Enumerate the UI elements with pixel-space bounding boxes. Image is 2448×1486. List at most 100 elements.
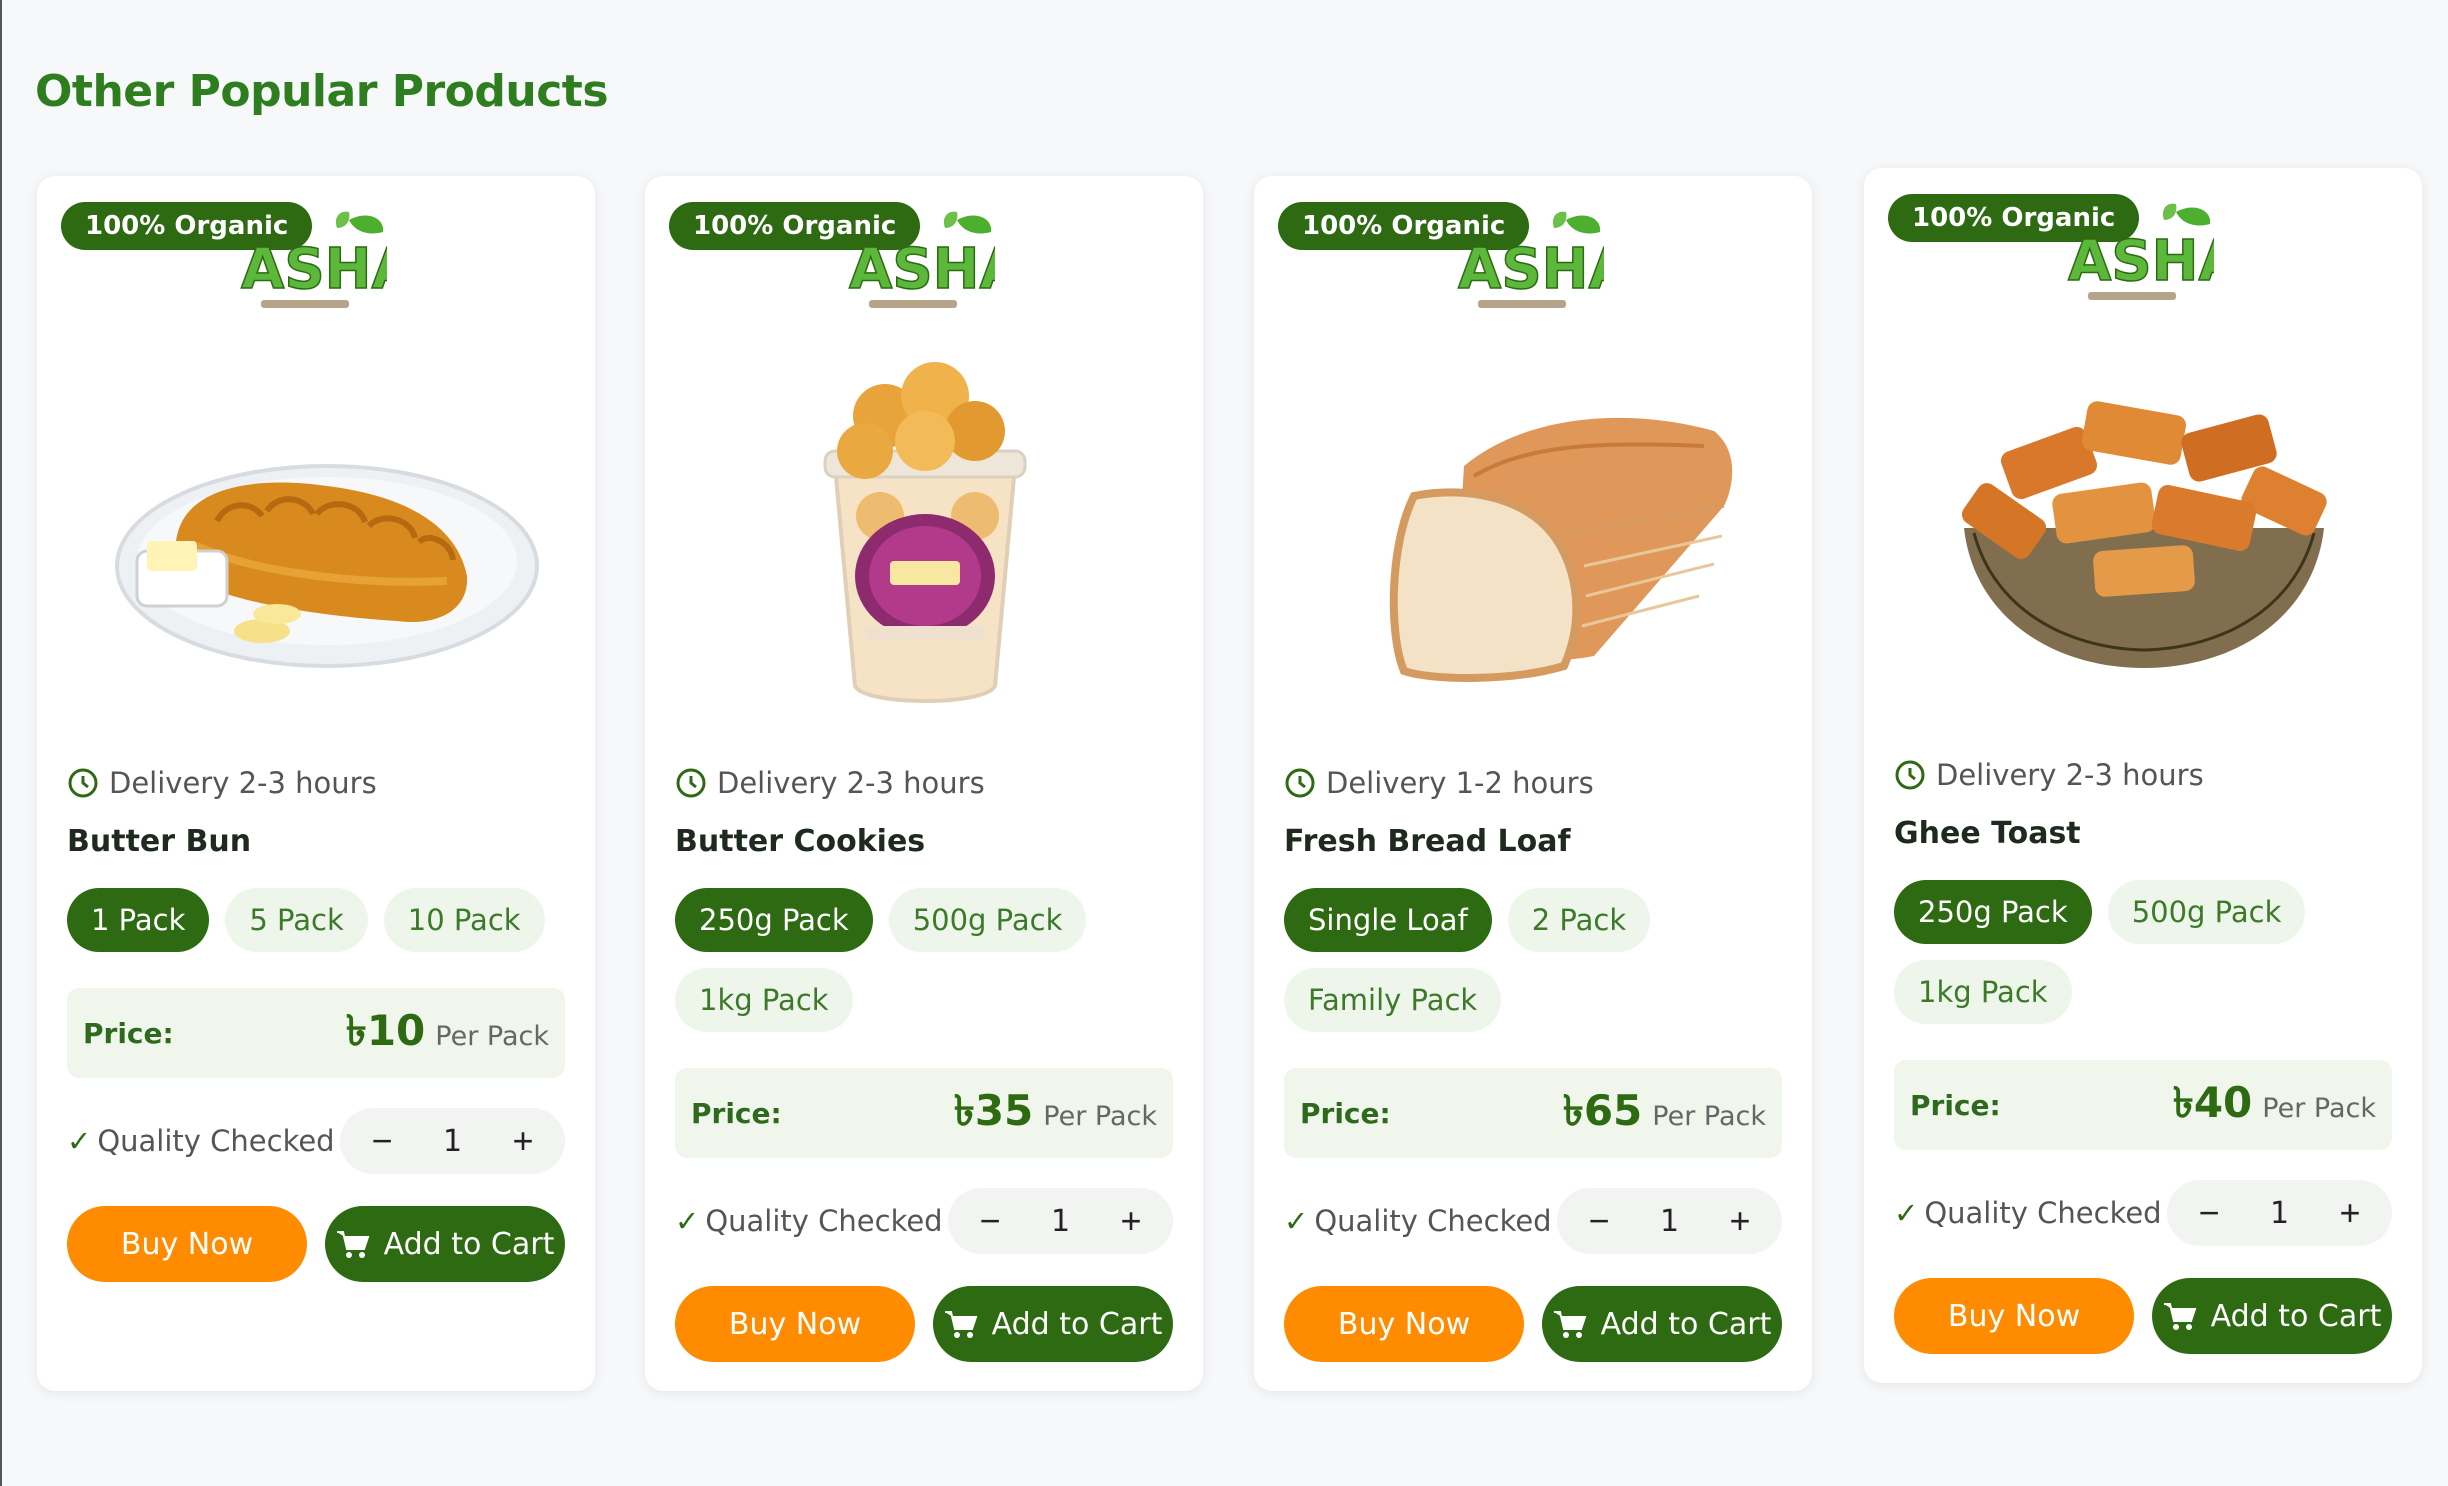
price-label: Price: xyxy=(1910,1088,2001,1122)
increase-button[interactable]: + xyxy=(1111,1200,1151,1242)
quality-checked: ✓ Quality Checked xyxy=(1284,1204,1552,1238)
quantity-value: 1 xyxy=(2269,1195,2290,1231)
price-label: Price: xyxy=(1300,1096,1391,1130)
product-name: Butter Cookies xyxy=(675,824,926,859)
variant-option[interactable]: 500g Pack xyxy=(888,888,1087,952)
price-unit: Per Pack xyxy=(1043,1100,1157,1132)
quantity-row: ✓ Quality Checked − 1 + xyxy=(1894,1180,2392,1246)
variant-options: Single Loaf 2 Pack Family Pack xyxy=(1284,888,1784,1032)
buy-now-button[interactable]: Buy Now xyxy=(1894,1278,2134,1354)
quantity-stepper: − 1 + xyxy=(1557,1188,1782,1254)
asha-logo: ASHA xyxy=(2067,203,2214,300)
product-name: Ghee Toast xyxy=(1894,816,2081,851)
quantity-row: ✓ Quality Checked − 1 + xyxy=(1284,1188,1782,1254)
variant-option[interactable]: 10 Pack xyxy=(383,888,545,952)
quality-text: Quality Checked xyxy=(705,1204,943,1238)
add-to-cart-label: Add to Cart xyxy=(2210,1298,2382,1334)
action-buttons: Buy Now Add to Cart xyxy=(1894,1278,2392,1354)
variant-option[interactable]: Family Pack xyxy=(1284,968,1502,1032)
price-value: ৳10 xyxy=(345,1005,426,1055)
variant-options: 1 Pack 5 Pack 10 Pack xyxy=(67,888,567,952)
quantity-value: 1 xyxy=(1659,1203,1680,1239)
price-unit: Per Pack xyxy=(2262,1092,2376,1124)
add-to-cart-label: Add to Cart xyxy=(991,1306,1163,1342)
price-value: ৳65 xyxy=(1562,1085,1643,1135)
quality-checked: ✓ Quality Checked xyxy=(1894,1196,2162,1230)
decrease-button[interactable]: − xyxy=(1579,1200,1619,1242)
price-label: Price: xyxy=(691,1096,782,1130)
price-box: Price: ৳35 Per Pack xyxy=(675,1068,1173,1158)
delivery-text: Delivery 1-2 hours xyxy=(1326,766,1594,800)
buy-now-button[interactable]: Buy Now xyxy=(675,1286,915,1362)
variant-option[interactable]: 250g Pack xyxy=(675,888,873,952)
delivery-info: Delivery 2-3 hours xyxy=(1894,758,2204,792)
product-card-butter-bun: 100% Organic ASHA Delivery 2-3 hours But… xyxy=(37,176,595,1391)
delivery-info: Delivery 1-2 hours xyxy=(1284,766,1594,800)
asha-logo: ASHA xyxy=(848,211,995,308)
delivery-text: Delivery 2-3 hours xyxy=(1936,758,2204,792)
price-box: Price: ৳65 Per Pack xyxy=(1284,1068,1782,1158)
add-to-cart-button[interactable]: Add to Cart xyxy=(2152,1278,2392,1354)
buy-now-button[interactable]: Buy Now xyxy=(1284,1286,1524,1362)
check-icon: ✓ xyxy=(675,1204,700,1238)
check-icon: ✓ xyxy=(1894,1196,1919,1230)
add-to-cart-label: Add to Cart xyxy=(383,1226,555,1262)
cart-icon xyxy=(1553,1311,1587,1338)
add-to-cart-button[interactable]: Add to Cart xyxy=(325,1206,565,1282)
cart-icon xyxy=(2163,1303,2197,1330)
check-icon: ✓ xyxy=(1284,1204,1309,1238)
variant-option[interactable]: 1kg Pack xyxy=(675,968,853,1032)
variant-option[interactable]: 1kg Pack xyxy=(1894,960,2072,1024)
decrease-button[interactable]: − xyxy=(362,1120,402,1162)
increase-button[interactable]: + xyxy=(2330,1192,2370,1234)
variant-option[interactable]: 500g Pack xyxy=(2107,880,2306,944)
variant-option[interactable]: 2 Pack xyxy=(1507,888,1651,952)
add-to-cart-button[interactable]: Add to Cart xyxy=(1542,1286,1782,1362)
butter-cookies-image xyxy=(823,362,1027,703)
quantity-row: ✓ Quality Checked − 1 + xyxy=(67,1108,565,1174)
delivery-info: Delivery 2-3 hours xyxy=(67,766,377,800)
add-to-cart-button[interactable]: Add to Cart xyxy=(933,1286,1173,1362)
quantity-stepper: − 1 + xyxy=(2167,1180,2392,1246)
action-buttons: Buy Now Add to Cart xyxy=(1284,1286,1782,1362)
variant-options: 250g Pack 500g Pack 1kg Pack xyxy=(675,888,1175,1032)
asha-logo: ASHA xyxy=(240,211,387,308)
product-card-fresh-bread-loaf: 100% Organic ASHA Delivery 1-2 hours Fre… xyxy=(1254,176,1812,1391)
svg-text:ASHA: ASHA xyxy=(241,237,387,302)
cart-icon xyxy=(944,1311,978,1338)
quality-checked: ✓ Quality Checked xyxy=(675,1204,943,1238)
clock-icon xyxy=(1285,768,1315,798)
variant-option[interactable]: 1 Pack xyxy=(67,888,210,952)
increase-button[interactable]: + xyxy=(1720,1200,1760,1242)
section-title: Other Popular Products xyxy=(35,66,609,117)
quantity-row: ✓ Quality Checked − 1 + xyxy=(675,1188,1173,1254)
quality-text: Quality Checked xyxy=(1314,1204,1552,1238)
delivery-info: Delivery 2-3 hours xyxy=(675,766,985,800)
cart-icon xyxy=(336,1231,370,1258)
quantity-stepper: − 1 + xyxy=(948,1188,1173,1254)
variant-option[interactable]: Single Loaf xyxy=(1284,888,1492,952)
price-value: ৳35 xyxy=(953,1085,1034,1135)
increase-button[interactable]: + xyxy=(503,1120,543,1162)
quantity-value: 1 xyxy=(442,1123,463,1159)
asha-logo: ASHA xyxy=(1457,211,1604,308)
product-name: Fresh Bread Loaf xyxy=(1284,824,1571,859)
clock-icon xyxy=(68,768,98,798)
product-card-butter-cookies: 100% Organic ASHA Delivery 2-3 hours But… xyxy=(645,176,1203,1391)
butter-bun-image xyxy=(115,464,539,668)
decrease-button[interactable]: − xyxy=(970,1200,1010,1242)
svg-text:ASHA: ASHA xyxy=(2068,229,2214,294)
action-buttons: Buy Now Add to Cart xyxy=(675,1286,1173,1362)
variant-option[interactable]: 5 Pack xyxy=(225,888,368,952)
price-value: ৳40 xyxy=(2172,1077,2253,1127)
decrease-button[interactable]: − xyxy=(2189,1192,2229,1234)
action-buttons: Buy Now Add to Cart xyxy=(67,1206,565,1282)
price-unit: Per Pack xyxy=(435,1020,549,1052)
variant-option[interactable]: 250g Pack xyxy=(1894,880,2092,944)
quality-text: Quality Checked xyxy=(97,1124,335,1158)
clock-icon xyxy=(676,768,706,798)
price-box: Price: ৳10 Per Pack xyxy=(67,988,565,1078)
product-card-ghee-toast: 100% Organic ASHA Delivery 2-3 hours Ghe… xyxy=(1864,168,2422,1383)
svg-text:ASHA: ASHA xyxy=(1458,237,1604,302)
buy-now-button[interactable]: Buy Now xyxy=(67,1206,307,1282)
